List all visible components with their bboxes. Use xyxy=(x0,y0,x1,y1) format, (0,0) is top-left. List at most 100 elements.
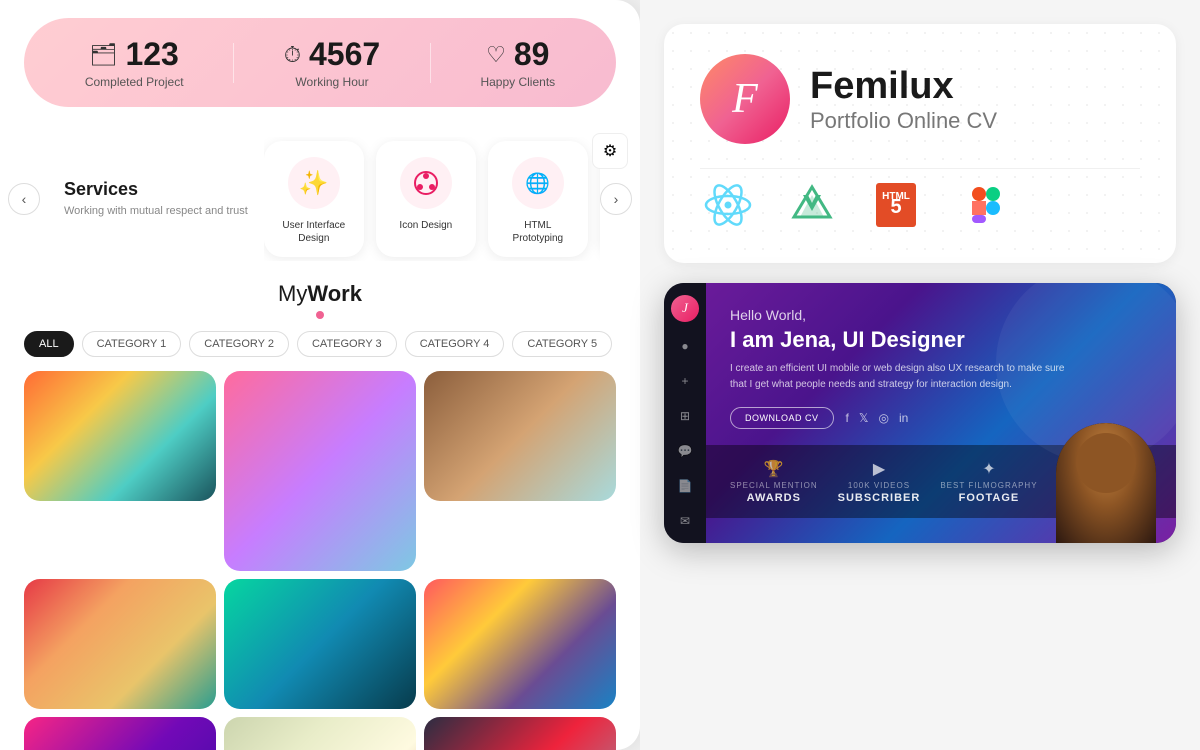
portfolio-logo: J xyxy=(671,295,699,322)
femilux-logo-letter: F xyxy=(732,75,758,123)
mywork-title: MyWork xyxy=(24,281,616,307)
heart-icon: ♡ xyxy=(486,42,506,68)
work-grid xyxy=(24,371,616,750)
tech-icons: 5 HTML xyxy=(700,168,1140,233)
stat-completed-number: 123 xyxy=(125,36,178,73)
footage-value: FOOTAGE xyxy=(959,492,1020,504)
awards-sublabel: Special Mention xyxy=(730,481,818,490)
awards-icon: 🏆 xyxy=(764,459,784,479)
portfolio-greeting: Hello World, xyxy=(730,307,1152,323)
subscriber-sublabel: 100k videos xyxy=(848,481,910,490)
services-title: Services xyxy=(64,179,248,200)
work-item-8[interactable] xyxy=(224,717,416,750)
portfolio-description: I create an efficient UI mobile or web d… xyxy=(730,361,1070,393)
filter-all[interactable]: ALL xyxy=(24,331,74,357)
work-item-6[interactable] xyxy=(424,579,616,709)
settings-button[interactable]: ⚙ xyxy=(592,133,628,169)
stat-divider-1 xyxy=(233,43,234,83)
figma-icon xyxy=(952,177,1008,233)
facebook-icon[interactable]: f xyxy=(846,411,849,425)
subscriber-icon: ▶ xyxy=(873,459,885,479)
stat-divider-2 xyxy=(430,43,431,83)
work-item-1[interactable] xyxy=(24,371,216,501)
work-item-5[interactable] xyxy=(224,579,416,709)
services-next-button[interactable]: › xyxy=(600,183,632,215)
service-card-ui: ✨ User Interface Design xyxy=(264,141,364,257)
stat-clients: ♡ 89 Happy Clients xyxy=(480,36,555,89)
services-prev-button[interactable]: ‹ xyxy=(8,183,40,215)
avatar-image xyxy=(1056,423,1156,543)
service-card-html: 🌐 HTML Prototyping xyxy=(488,141,588,257)
clock-icon: ⏱ xyxy=(284,42,301,68)
service-icon-label: Icon Design xyxy=(399,219,452,232)
portfolio-stat-awards: 🏆 Special Mention AWARDS xyxy=(730,459,818,504)
stat-completed: 🗂 123 Completed Project xyxy=(85,36,184,89)
twitter-icon[interactable]: 𝕏 xyxy=(859,411,869,425)
portfolio-main: Hello World, I am Jena, UI Designer I cr… xyxy=(706,283,1176,543)
stat-working-number: 4567 xyxy=(309,36,380,73)
portfolio-stat-footage: ✦ Best Filmography FOOTAGE xyxy=(940,459,1037,504)
port-nav-mail[interactable]: ✉ xyxy=(674,510,696,531)
html5-icon: 5 HTML xyxy=(868,177,924,233)
category-filters: ALL CATEGORY 1 CATEGORY 2 CATEGORY 3 CAT… xyxy=(24,331,616,357)
service-card-icon-design: Icon Design xyxy=(376,141,476,257)
filter-cat2[interactable]: CATEGORY 2 xyxy=(189,331,289,357)
linkedin-icon[interactable]: in xyxy=(899,411,908,425)
femilux-header: F Femilux Portfolio Online CV xyxy=(700,54,1140,144)
service-html-icon: 🌐 xyxy=(512,157,564,209)
work-item-9[interactable] xyxy=(424,717,616,750)
instagram-icon[interactable]: ◎ xyxy=(879,411,889,425)
femilux-title: Femilux xyxy=(810,65,997,108)
service-ui-icon: ✨ xyxy=(288,157,340,209)
svg-text:HTML: HTML xyxy=(882,191,910,202)
femilux-subtitle: Portfolio Online CV xyxy=(810,108,997,134)
stats-bar: 🗂 123 Completed Project ⏱ 4567 Working H… xyxy=(24,18,616,107)
portfolio-name: I am Jena, UI Designer xyxy=(730,327,1152,353)
filter-cat3[interactable]: CATEGORY 3 xyxy=(297,331,397,357)
react-icon xyxy=(700,177,756,233)
port-nav-home[interactable]: ● xyxy=(674,336,696,357)
services-subtitle: Working with mutual respect and trust xyxy=(64,204,248,219)
filter-cat4[interactable]: CATEGORY 4 xyxy=(405,331,505,357)
femilux-text: Femilux Portfolio Online CV xyxy=(810,65,997,134)
stat-clients-number: 89 xyxy=(514,36,550,73)
femilux-card: F Femilux Portfolio Online CV xyxy=(664,24,1176,263)
portfolio-stat-subscriber: ▶ 100k videos SUBSCRIBER xyxy=(838,459,921,504)
awards-value: AWARDS xyxy=(747,492,801,504)
stat-completed-label: Completed Project xyxy=(85,75,184,89)
filter-cat1[interactable]: CATEGORY 1 xyxy=(82,331,182,357)
download-cv-button[interactable]: DOWNLOAD CV xyxy=(730,407,834,429)
work-item-4[interactable] xyxy=(24,579,216,709)
service-cards-list: ✨ User Interface Design Icon Design 🌐 HT… xyxy=(264,137,600,261)
service-html-label: HTML Prototyping xyxy=(500,219,576,245)
footage-sublabel: Best Filmography xyxy=(940,481,1037,490)
mywork-section: MyWork ALL CATEGORY 1 CATEGORY 2 CATEGOR… xyxy=(0,273,640,750)
services-section: ‹ Services Working with mutual respect a… xyxy=(0,125,640,273)
port-nav-chat[interactable]: 💬 xyxy=(674,440,696,461)
work-item-2[interactable] xyxy=(224,371,416,571)
service-ui-label: User Interface Design xyxy=(276,219,352,245)
portfolio-sidebar: J ● + ⊞ 💬 📄 ✉ xyxy=(664,283,706,543)
service-icon-design-icon xyxy=(400,157,452,209)
portfolio-preview: J ● + ⊞ 💬 📄 ✉ Hello World, I am Jena, UI… xyxy=(664,283,1176,543)
social-icons: f 𝕏 ◎ in xyxy=(846,411,909,425)
footage-icon: ✦ xyxy=(982,459,995,479)
port-nav-doc[interactable]: 📄 xyxy=(674,475,696,496)
work-item-3[interactable] xyxy=(424,371,616,501)
left-panel: 🗂 123 Completed Project ⏱ 4567 Working H… xyxy=(0,0,640,750)
port-nav-add[interactable]: + xyxy=(674,371,696,392)
services-label: Services Working with mutual respect and… xyxy=(40,179,264,219)
vue-icon xyxy=(784,177,840,233)
stat-clients-label: Happy Clients xyxy=(480,75,555,89)
work-item-7[interactable] xyxy=(24,717,216,750)
mywork-dot xyxy=(316,311,324,319)
mywork-title-bold: Work xyxy=(307,281,362,306)
filter-cat5[interactable]: CATEGORY 5 xyxy=(512,331,612,357)
femilux-logo: F xyxy=(700,54,790,144)
stat-working: ⏱ 4567 Working Hour xyxy=(284,36,380,89)
portfolio-avatar xyxy=(1056,423,1156,543)
stat-working-label: Working Hour xyxy=(295,75,368,89)
subscriber-value: SUBSCRIBER xyxy=(838,492,921,504)
right-panel: F Femilux Portfolio Online CV xyxy=(640,0,1200,750)
port-nav-grid[interactable]: ⊞ xyxy=(674,405,696,426)
